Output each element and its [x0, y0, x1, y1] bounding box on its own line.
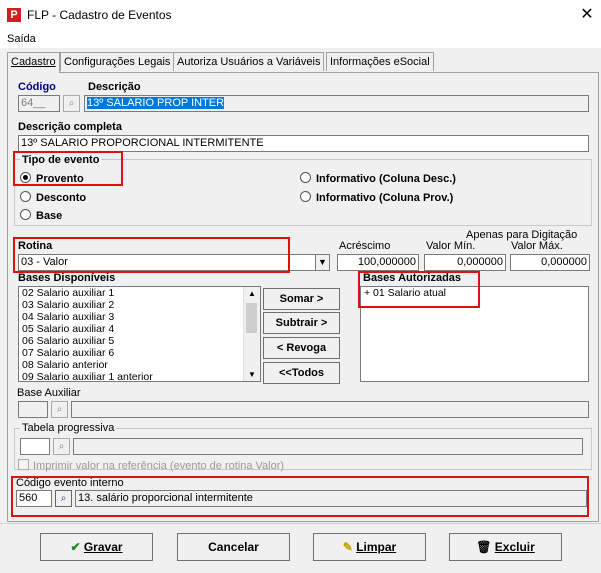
menu-saida[interactable]: Saída [7, 33, 36, 45]
valor-max-input[interactable]: 0,000000 [510, 254, 590, 271]
close-icon[interactable]: ✕ [578, 4, 596, 24]
acrescimo-input[interactable]: 100,000000 [337, 254, 419, 271]
bottom-bar: ✔ Gravar Cancelar ✎ Limpar 🗑 Excluir [0, 523, 601, 573]
subtrair-button[interactable]: Subtrair > [263, 312, 340, 334]
window-title: FLP - Cadastro de Eventos [27, 8, 172, 22]
valor-max-label: Valor Máx. [511, 240, 563, 252]
eraser-icon: ✎ [342, 540, 353, 554]
bases-disponiveis-label: Bases Disponíveis [18, 272, 116, 284]
revoga-button[interactable]: < Revoga [263, 337, 340, 359]
app-icon: P [7, 8, 21, 22]
highlight-codigo-evento-interno [11, 476, 589, 517]
tabela-progressiva-label: Tabela progressiva [20, 422, 117, 434]
radio-desconto[interactable]: Desconto [20, 191, 86, 204]
list-item[interactable]: 06 Salario auxiliar 5 [19, 335, 260, 347]
limpar-button[interactable]: ✎ Limpar [313, 533, 426, 561]
tab-panel-cadastro: Código Descrição 64__ ⌕ 13º SALARIO PROP… [7, 72, 599, 522]
cancelar-button[interactable]: Cancelar [177, 533, 290, 561]
tab-cadastro[interactable]: Cadastro [7, 52, 60, 73]
list-item[interactable]: 02 Salario auxiliar 1 [19, 287, 260, 299]
scroll-down-icon[interactable]: ▼ [244, 370, 260, 379]
codigo-input[interactable]: 64__ [18, 95, 60, 112]
imprimir-valor-checkbox[interactable]: Imprimir valor na referência (evento de … [18, 459, 284, 472]
list-item[interactable]: 09 Salario auxiliar 1 anterior [19, 371, 260, 381]
list-item[interactable]: 05 Salario auxiliar 4 [19, 323, 260, 335]
radio-informativo-prov[interactable]: Informativo (Coluna Prov.) [300, 191, 453, 204]
list-item[interactable]: 04 Salario auxiliar 3 [19, 311, 260, 323]
scroll-up-icon[interactable]: ▲ [244, 289, 260, 298]
descricao-input[interactable]: 13º SALARIO PROP INTER [84, 95, 589, 112]
highlight-rotina [13, 237, 290, 273]
checkbox-box[interactable] [18, 459, 29, 470]
highlight-bases-autorizadas [358, 271, 480, 308]
tabela-progressiva-desc-input [73, 438, 583, 455]
scroll-thumb[interactable] [246, 303, 257, 333]
base-auxiliar-desc-input [71, 401, 589, 418]
radio-base[interactable]: Base [20, 209, 62, 222]
valor-min-label: Valor Mín. [426, 240, 476, 252]
trash-icon: 🗑 [476, 540, 492, 554]
menu-bar [0, 30, 601, 48]
list-item[interactable]: 03 Salario auxiliar 2 [19, 299, 260, 311]
radio-informativo-desc[interactable]: Informativo (Coluna Desc.) [300, 172, 456, 185]
valor-min-input[interactable]: 0,000000 [424, 254, 506, 271]
descricao-completa-label: Descrição completa [18, 121, 122, 133]
acrescimo-label: Acréscimo [339, 240, 391, 252]
radio-dot [20, 209, 31, 220]
gravar-button[interactable]: ✔ Gravar [40, 533, 153, 561]
descricao-label: Descrição [88, 81, 141, 93]
excluir-button[interactable]: 🗑 Excluir [449, 533, 562, 561]
list-item[interactable]: 07 Salario auxiliar 6 [19, 347, 260, 359]
radio-dot [300, 191, 311, 202]
list-item[interactable]: 08 Salario anterior [19, 359, 260, 371]
binoculars-icon[interactable]: ⌕ [51, 401, 68, 418]
somar-button[interactable]: Somar > [263, 288, 340, 310]
list-scrollbar[interactable]: ▲ ▼ [243, 287, 260, 381]
binoculars-icon[interactable]: ⌕ [53, 438, 70, 455]
radio-dot [20, 191, 31, 202]
bases-disponiveis-list[interactable]: 02 Salario auxiliar 1 03 Salario auxilia… [18, 286, 261, 382]
todos-button[interactable]: <<Todos [263, 362, 340, 384]
checkmark-icon: ✔ [70, 540, 81, 554]
codigo-label: Código [18, 81, 56, 93]
base-auxiliar-code-input[interactable] [18, 401, 48, 418]
chevron-down-icon[interactable]: ▼ [315, 254, 330, 271]
tabela-progressiva-code-input[interactable] [20, 438, 50, 455]
tab-autoriza-usuarios[interactable]: Autoriza Usuários a Variáveis [173, 52, 325, 71]
tab-informacoes-esocial[interactable]: Informações eSocial [326, 52, 434, 71]
tab-configuracoes-legais[interactable]: Configurações Legais [60, 52, 175, 71]
radio-dot [300, 172, 311, 183]
binoculars-icon[interactable]: ⌕ [63, 95, 80, 112]
descricao-completa-input[interactable]: 13º SALARIO PROPORCIONAL INTERMITENTE [18, 135, 589, 152]
highlight-tipo-evento [13, 151, 123, 186]
base-auxiliar-label: Base Auxiliar [17, 387, 81, 399]
